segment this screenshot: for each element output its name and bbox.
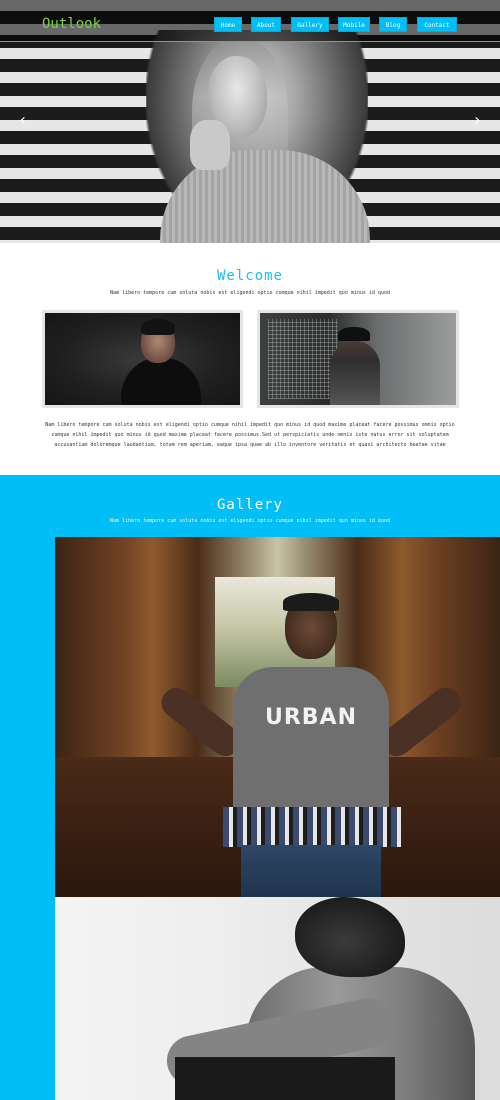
hero-image-hand <box>190 120 230 170</box>
gallery-1-shirt <box>233 667 389 817</box>
gallery-title: Gallery <box>216 497 283 513</box>
gallery-1-shirt-text: URBAN <box>264 705 357 730</box>
welcome-photo-1-image <box>45 313 240 405</box>
nav-about[interactable]: About <box>251 17 281 32</box>
gallery-subtitle: Nam libero tempore cum soluta nobis est … <box>110 518 390 524</box>
gallery-2-pants <box>175 1057 395 1100</box>
nav-contact[interactable]: Contact <box>417 17 457 32</box>
photo-2-fence <box>268 319 338 399</box>
welcome-photo-2-image <box>260 313 456 405</box>
welcome-photo-2 <box>257 310 459 408</box>
gallery-1-jeans <box>241 845 381 897</box>
gallery-image-1[interactable]: URBAN <box>55 537 500 897</box>
welcome-body-text: Nam libero tempore cum soluta nobis est … <box>45 422 455 448</box>
photo-1-hair <box>141 319 175 335</box>
welcome-subtitle: Nam libero tempore cum soluta nobis est … <box>110 290 390 296</box>
welcome-title: Welcome <box>216 268 283 284</box>
nav-home[interactable]: Home <box>214 17 242 32</box>
gallery-image-2[interactable] <box>55 897 500 1100</box>
slider-next-arrow-icon[interactable]: › <box>472 112 482 128</box>
nav-mobile[interactable]: Mobile <box>338 17 370 32</box>
gallery-section: Gallery Nam libero tempore cum soluta no… <box>0 475 500 1100</box>
photo-2-hat <box>338 327 370 341</box>
gallery-1-arm-right <box>375 681 467 763</box>
welcome-photo-1 <box>42 310 243 408</box>
nav-blog[interactable]: Blog <box>379 17 407 32</box>
gallery-1-cap <box>283 593 339 611</box>
gallery-2-hair <box>295 897 405 977</box>
nav-gallery[interactable]: Gallery <box>291 17 329 32</box>
photo-1-figure <box>121 357 201 405</box>
gallery-1-plaid <box>223 807 401 847</box>
top-navbar: Outlook Home About Gallery Mobile Blog C… <box>0 0 500 42</box>
photo-2-figure <box>330 341 380 405</box>
slider-prev-arrow-icon[interactable]: ‹ <box>18 112 28 128</box>
site-logo[interactable]: Outlook <box>42 16 101 32</box>
